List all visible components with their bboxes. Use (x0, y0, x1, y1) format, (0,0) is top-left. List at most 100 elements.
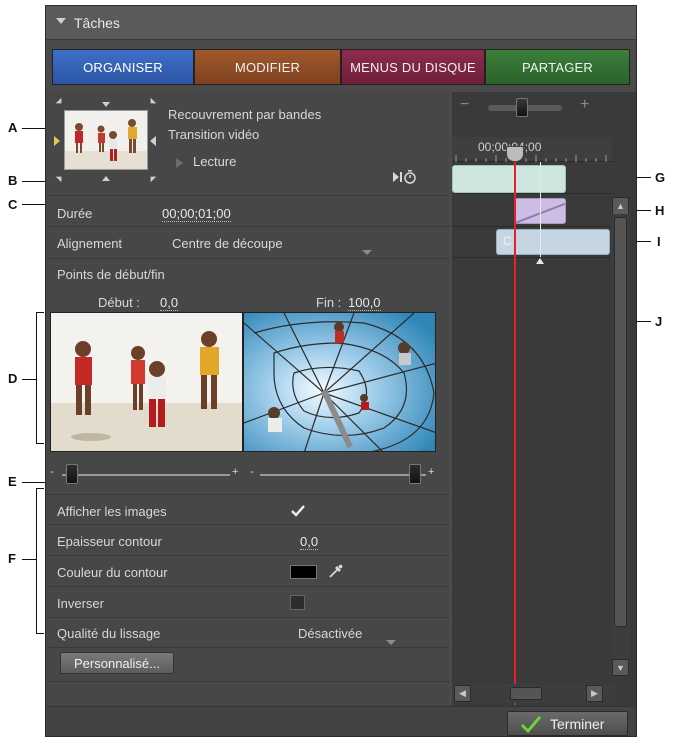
clip-i-label: C (503, 234, 512, 248)
callout-i: I (657, 234, 661, 249)
start-preview-image[interactable] (50, 312, 243, 452)
smoothing-label: Qualité du lissage (57, 626, 161, 641)
smoothing-dropdown-icon[interactable] (386, 640, 396, 645)
callout-j: J (655, 314, 663, 329)
invert-checkbox[interactable] (290, 595, 305, 610)
transition-name: Recouvrement par bandes (168, 107, 322, 122)
border-color-swatch[interactable] (290, 565, 317, 579)
tab-menus-du-disque[interactable]: MENUS DU DISQUE (341, 49, 485, 85)
thumb-marker-bottom-right-icon[interactable] (147, 173, 157, 183)
collapse-triangle-icon[interactable] (56, 18, 66, 24)
callout-f-bracket-top (36, 488, 44, 489)
callout-a: A (8, 120, 18, 135)
start-label: Début : (98, 295, 140, 310)
right-slider-knob[interactable] (409, 464, 421, 484)
alignment-label: Alignement (57, 236, 123, 251)
end-label: Fin : (316, 295, 342, 310)
eyedropper-icon[interactable] (328, 563, 344, 579)
smoothing-select[interactable]: Désactivée (298, 626, 362, 641)
track-divider (452, 193, 612, 194)
transition-properties-pane: Recouvrement par bandes Transition vidéo… (46, 92, 449, 712)
border-width-field[interactable]: 0,0 (300, 534, 319, 550)
vertical-scrollbar[interactable]: ▲ ▼ (611, 197, 630, 677)
callout-d-bracket-top (36, 312, 44, 313)
inout-points-label: Points de début/fin (57, 267, 165, 282)
scroll-up-button[interactable]: ▲ (612, 197, 629, 214)
start-field[interactable]: 0,0 (160, 295, 179, 311)
callout-h: H (655, 203, 665, 218)
done-button-label: Terminer (550, 715, 605, 732)
zoom-out-button[interactable]: − (460, 96, 469, 114)
divider (46, 681, 449, 682)
scroll-right-button[interactable]: ▶ (586, 685, 603, 702)
transition-type: Transition vidéo (168, 127, 260, 142)
vertical-scroll-thumb[interactable] (614, 217, 627, 627)
horizontal-scroll-thumb[interactable] (510, 687, 542, 700)
duration-field[interactable]: 00;00;01;00 (162, 206, 231, 222)
right-slider-min: - (250, 466, 254, 478)
playhead-handle[interactable] (506, 146, 524, 162)
play-icon[interactable] (176, 158, 183, 168)
timeline-pane: − + 00;00;04;00 C (452, 92, 636, 712)
border-width-label: Epaisseur contour (57, 534, 162, 549)
divider (46, 258, 449, 259)
transition-thumbnail (64, 110, 148, 170)
left-slider-knob[interactable] (66, 464, 78, 484)
done-button[interactable]: Terminer (507, 711, 628, 736)
show-images-checkbox[interactable] (290, 503, 306, 519)
panel-title: Tâches (74, 15, 120, 31)
right-slider-max: + (428, 466, 435, 478)
custom-button[interactable]: Personnalisé... (60, 652, 174, 674)
tab-partager[interactable]: PARTAGER (485, 49, 630, 85)
end-preview-image[interactable] (243, 312, 436, 452)
invert-label: Inverser (57, 596, 104, 611)
left-slider-max: + (232, 466, 239, 478)
callout-f-bracket (36, 488, 37, 634)
timeline-ruler[interactable]: 00;00;04;00 (452, 137, 612, 162)
checkmark-icon (520, 715, 542, 733)
callout-c: C (8, 197, 18, 212)
divider (46, 524, 449, 525)
end-marker-line (540, 162, 541, 257)
callout-f: F (8, 551, 16, 566)
thumb-marker-bottom-icon[interactable] (102, 176, 110, 181)
right-slider-track[interactable] (260, 474, 426, 476)
callout-f-bracket-bottom (36, 633, 44, 634)
callout-g: G (655, 170, 666, 185)
border-color-label: Couleur du contour (57, 565, 168, 580)
horizontal-scrollbar[interactable]: ◀ ▶ (452, 684, 617, 703)
alignment-select[interactable]: Centre de découpe (172, 236, 283, 251)
divider (46, 586, 449, 587)
callout-f-line (22, 559, 36, 560)
thumb-marker-top-right-icon[interactable] (147, 97, 157, 107)
thumb-marker-right-icon[interactable] (150, 136, 156, 146)
alignment-dropdown-icon[interactable] (362, 250, 372, 255)
divider (46, 555, 449, 556)
scroll-down-button[interactable]: ▼ (612, 659, 629, 676)
left-slider-track[interactable] (62, 474, 230, 476)
thumb-marker-bottom-left-icon[interactable] (55, 173, 65, 183)
callout-b: B (8, 173, 18, 188)
panel-titlebar[interactable]: Tâches (46, 6, 636, 40)
clip-g[interactable] (452, 165, 566, 193)
children-running-thumbnail-image (65, 111, 147, 169)
zoom-slider-knob[interactable] (516, 98, 528, 117)
track-divider (452, 257, 612, 258)
play-label[interactable]: Lecture (193, 154, 236, 169)
callout-d-line (22, 379, 36, 380)
end-field[interactable]: 100,0 (348, 295, 381, 311)
zoom-in-button[interactable]: + (580, 96, 589, 114)
show-images-label: Afficher les images (57, 504, 167, 519)
thumb-marker-top-icon[interactable] (102, 102, 110, 107)
playhead-line (514, 150, 516, 705)
tab-modifier[interactable]: MODIFIER (194, 49, 341, 85)
thumb-marker-left-icon[interactable] (54, 136, 60, 146)
thumb-marker-top-left-icon[interactable] (55, 97, 65, 107)
end-marker-triangle-icon[interactable] (536, 258, 544, 264)
divider (46, 494, 449, 495)
preview-timer-icon[interactable] (391, 170, 419, 184)
left-slider-min: - (50, 466, 54, 478)
callout-e: E (8, 474, 17, 489)
scroll-left-button[interactable]: ◀ (454, 685, 471, 702)
tab-organiser[interactable]: ORGANISER (52, 49, 194, 85)
